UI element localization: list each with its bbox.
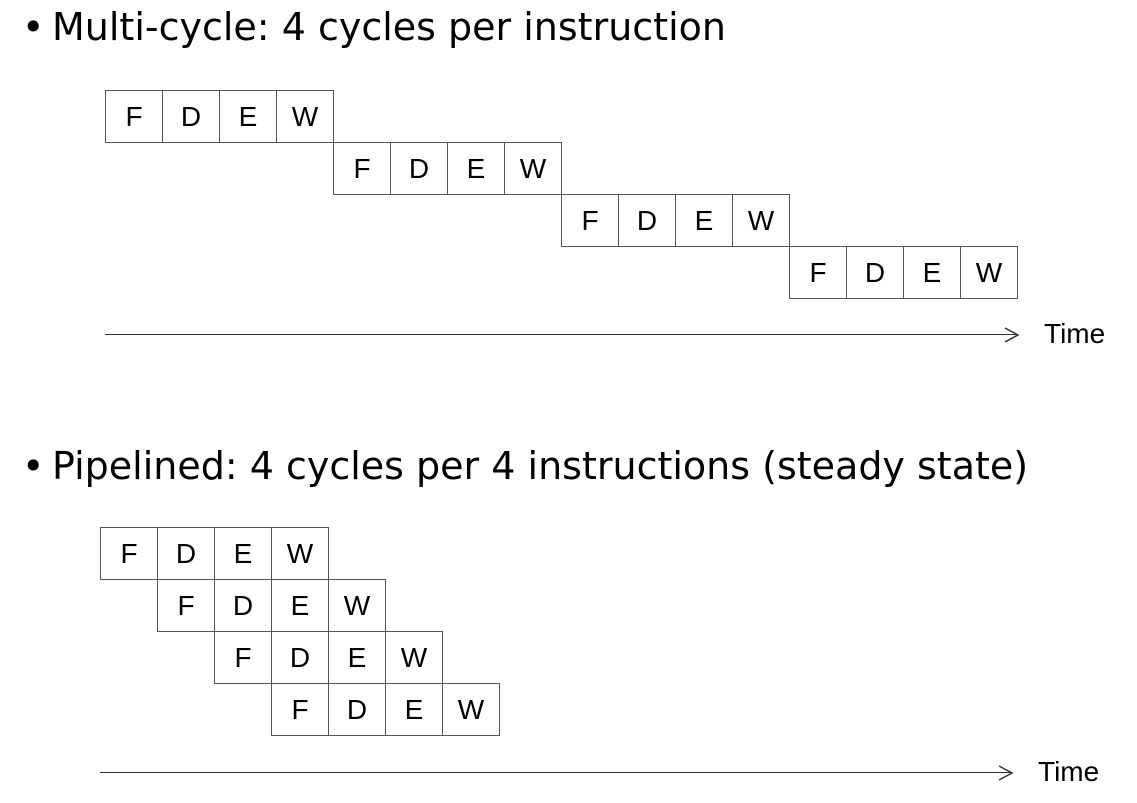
stage-cell-F: F (789, 246, 847, 299)
time-axis-line (105, 334, 1018, 335)
stage-cell-E: E (903, 246, 961, 299)
bullet-marker: • (22, 5, 45, 49)
stage-cell-F: F (157, 579, 215, 632)
stage-cell-E: E (219, 90, 277, 143)
stage-cell-D: D (328, 683, 386, 736)
stage-cell-E: E (271, 579, 329, 632)
multi-cycle-heading-text: Multi-cycle: 4 cycles per instruction (52, 5, 726, 49)
stage-cell-F: F (214, 631, 272, 684)
bullet-marker: • (22, 444, 45, 488)
stage-cell-D: D (214, 579, 272, 632)
time-axis-label: Time (1044, 318, 1106, 349)
stage-cell-W: W (504, 142, 562, 195)
stage-cell-E: E (675, 194, 733, 247)
stage-cell-W: W (276, 90, 334, 143)
stage-cell-F: F (100, 527, 158, 580)
stage-cell-E: E (447, 142, 505, 195)
time-axis-label: Time (1038, 756, 1100, 787)
stage-cell-F: F (561, 194, 619, 247)
stage-cell-E: E (328, 631, 386, 684)
stage-cell-W: W (328, 579, 386, 632)
stage-cell-D: D (846, 246, 904, 299)
stage-cell-W: W (960, 246, 1018, 299)
stage-cell-W: W (385, 631, 443, 684)
pipelined-heading: • Pipelined: 4 cycles per 4 instructions … (22, 447, 1028, 485)
stage-cell-D: D (390, 142, 448, 195)
stage-cell-W: W (442, 683, 500, 736)
pipelined-heading-text: Pipelined: 4 cycles per 4 instructions (… (52, 444, 1029, 488)
stage-cell-F: F (333, 142, 391, 195)
multi-cycle-heading: • Multi-cycle: 4 cycles per instruction (22, 8, 726, 46)
time-axis-line (100, 772, 1012, 773)
stage-cell-D: D (618, 194, 676, 247)
stage-cell-E: E (214, 527, 272, 580)
stage-cell-W: W (732, 194, 790, 247)
stage-cell-D: D (271, 631, 329, 684)
stage-cell-W: W (271, 527, 329, 580)
stage-cell-D: D (162, 90, 220, 143)
stage-cell-E: E (385, 683, 443, 736)
stage-cell-F: F (271, 683, 329, 736)
stage-cell-F: F (105, 90, 163, 143)
stage-cell-D: D (157, 527, 215, 580)
